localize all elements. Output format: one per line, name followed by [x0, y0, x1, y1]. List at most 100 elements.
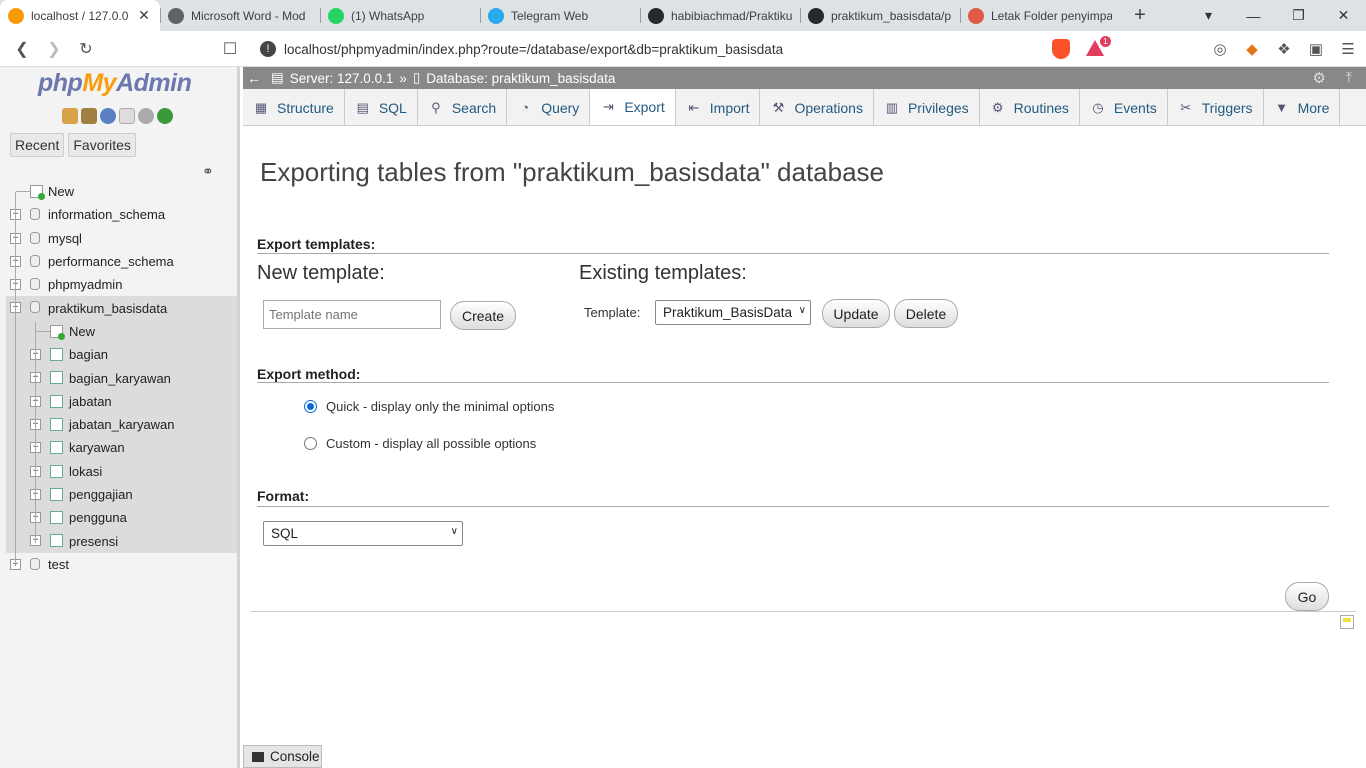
brave-shields-icon[interactable]: [1052, 39, 1070, 59]
format-select[interactable]: SQL ∨: [263, 521, 463, 546]
collapse-nav-icon[interactable]: ←: [245, 70, 263, 86]
forward-icon[interactable]: ❯: [38, 39, 70, 59]
close-tab-icon[interactable]: ✕: [136, 7, 152, 24]
tree-item-label[interactable]: presensi: [69, 534, 118, 549]
tab-query[interactable]: ◔ Query: [507, 89, 591, 125]
tree-item-label[interactable]: jabatan: [69, 394, 112, 409]
link-with-main-panel-icon[interactable]: ⚭: [202, 163, 214, 180]
minimize-icon[interactable]: —: [1231, 8, 1276, 24]
page-settings-icon[interactable]: ⚙: [1313, 69, 1326, 87]
tab-structure[interactable]: ▦ Structure: [243, 89, 345, 125]
tree-item-label[interactable]: jabatan_karyawan: [69, 417, 175, 432]
custom-method-label[interactable]: Custom - display all possible options: [326, 436, 536, 451]
quick-method-radio[interactable]: [304, 400, 317, 413]
favorites-button[interactable]: Favorites: [68, 133, 136, 157]
extensions-icon[interactable]: ❖: [1274, 40, 1294, 58]
tree-item-label[interactable]: New: [69, 324, 95, 339]
tab-export[interactable]: ⇥ Export: [590, 89, 676, 125]
notes-icon[interactable]: [1340, 615, 1354, 629]
tree-database-item[interactable]: + mysql: [0, 227, 237, 250]
tree-table-item[interactable]: + pengguna: [6, 506, 237, 530]
browser-tab[interactable]: habibiachmad/Praktiku: [640, 0, 800, 31]
tree-table-item[interactable]: + bagian: [6, 343, 237, 367]
vpn-globe-icon[interactable]: ◎: [1210, 40, 1230, 58]
tab-events[interactable]: ◷ Events: [1080, 89, 1168, 125]
tree-database-item[interactable]: + test: [0, 553, 237, 576]
docs-icon[interactable]: [119, 108, 135, 124]
collapse-top-icon[interactable]: ⤒: [1346, 69, 1352, 86]
site-info-icon[interactable]: !: [260, 41, 276, 57]
tree-item-label[interactable]: New: [48, 184, 74, 199]
browser-tab-title: habibiachmad/Praktiku: [671, 8, 792, 23]
go-button[interactable]: Go: [1285, 582, 1329, 611]
help-icon[interactable]: [100, 108, 116, 124]
tab-operations[interactable]: ⚒ Operations: [760, 89, 874, 125]
tree-database-item[interactable]: + phpmyadmin: [0, 273, 237, 296]
quick-method-label[interactable]: Quick - display only the minimal options: [326, 399, 554, 414]
browser-tab[interactable]: localhost / 127.0.0.1 ✕: [0, 0, 160, 31]
tab-privileges[interactable]: ▥ Privileges: [874, 89, 980, 125]
metamask-icon[interactable]: ◆: [1242, 40, 1262, 58]
tree-database-item[interactable]: − praktikum_basisdata: [6, 296, 237, 320]
browser-tab[interactable]: praktikum_basisdata/p: [800, 0, 960, 31]
tree-database-item[interactable]: + performance_schema: [0, 250, 237, 273]
phpmyadmin-logo[interactable]: phpMyAdmin: [38, 69, 192, 98]
breadcrumb-database[interactable]: Database: praktikum_basisdata: [426, 71, 615, 86]
tree-table-item[interactable]: + jabatan_karyawan: [6, 412, 237, 437]
tree-item-label[interactable]: bagian: [69, 347, 108, 362]
tab-sql[interactable]: ▤ SQL: [345, 89, 418, 125]
tab-import[interactable]: ⇤ Import: [676, 89, 761, 125]
breadcrumb-server[interactable]: Server: 127.0.0.1: [290, 71, 394, 86]
browser-tab[interactable]: Microsoft Word - Mod: [160, 0, 320, 31]
settings-gear-icon[interactable]: [138, 108, 154, 124]
console-toggle[interactable]: Console: [243, 745, 322, 768]
tree-item-label[interactable]: performance_schema: [48, 254, 174, 269]
tree-table-item[interactable]: + presensi: [6, 529, 237, 553]
tree-table-item[interactable]: + bagian_karyawan: [6, 366, 237, 390]
tree-item-label[interactable]: pengguna: [69, 510, 127, 525]
tree-item-label[interactable]: praktikum_basisdata: [48, 301, 167, 316]
tree-item-label[interactable]: lokasi: [69, 464, 102, 479]
browser-tab[interactable]: Telegram Web: [480, 0, 640, 31]
template-select[interactable]: Praktikum_BasisData ∨: [655, 300, 811, 325]
template-name-input[interactable]: [263, 300, 441, 329]
close-window-icon[interactable]: ✕: [1321, 7, 1366, 24]
bookmark-icon[interactable]: ☐: [214, 39, 246, 59]
recent-button[interactable]: Recent: [10, 133, 65, 157]
home-icon[interactable]: [62, 108, 78, 124]
logout-icon[interactable]: [81, 108, 97, 124]
address-bar[interactable]: ! localhost/phpmyadmin/index.php?route=/…: [252, 35, 1042, 63]
create-button[interactable]: Create: [450, 301, 516, 330]
tab-search-icon[interactable]: ▾: [1186, 7, 1231, 24]
update-button[interactable]: Update: [822, 299, 890, 328]
tree-new-item[interactable]: New: [6, 319, 237, 344]
delete-button[interactable]: Delete: [894, 299, 958, 328]
back-icon[interactable]: ❮: [6, 39, 38, 59]
reload-nav-icon[interactable]: [157, 108, 173, 124]
new-tab-button[interactable]: +: [1120, 0, 1160, 31]
tree-new-item[interactable]: New: [0, 180, 237, 203]
browser-tab[interactable]: (1) WhatsApp: [320, 0, 480, 31]
tab-search[interactable]: ⚲ Search: [418, 89, 508, 125]
wallet-icon[interactable]: ▣: [1306, 40, 1326, 58]
tree-item-label[interactable]: bagian_karyawan: [69, 371, 171, 386]
tree-item-label[interactable]: phpmyadmin: [48, 277, 122, 292]
tree-item-label[interactable]: test: [48, 557, 69, 572]
custom-method-radio[interactable]: [304, 437, 317, 450]
tree-table-item[interactable]: + penggajian: [6, 482, 237, 507]
menu-icon[interactable]: ☰: [1338, 40, 1358, 58]
tree-database-item[interactable]: + information_schema: [0, 203, 237, 226]
tree-item-label[interactable]: information_schema: [48, 207, 165, 222]
tab-more[interactable]: ▼ More: [1264, 89, 1341, 125]
tree-item-label[interactable]: mysql: [48, 231, 82, 246]
tab-triggers[interactable]: ✂ Triggers: [1168, 89, 1264, 125]
tree-item-label[interactable]: penggajian: [69, 487, 133, 502]
browser-tab[interactable]: Letak Folder penyimpa: [960, 0, 1120, 31]
reload-icon[interactable]: ↻: [70, 39, 102, 59]
tree-table-item[interactable]: + jabatan: [6, 389, 237, 413]
tree-table-item[interactable]: + karyawan: [6, 436, 237, 460]
restore-icon[interactable]: ❐: [1276, 7, 1321, 24]
tab-routines[interactable]: ⚙ Routines: [980, 89, 1080, 125]
tree-table-item[interactable]: + lokasi: [6, 459, 237, 483]
tree-item-label[interactable]: karyawan: [69, 440, 125, 455]
